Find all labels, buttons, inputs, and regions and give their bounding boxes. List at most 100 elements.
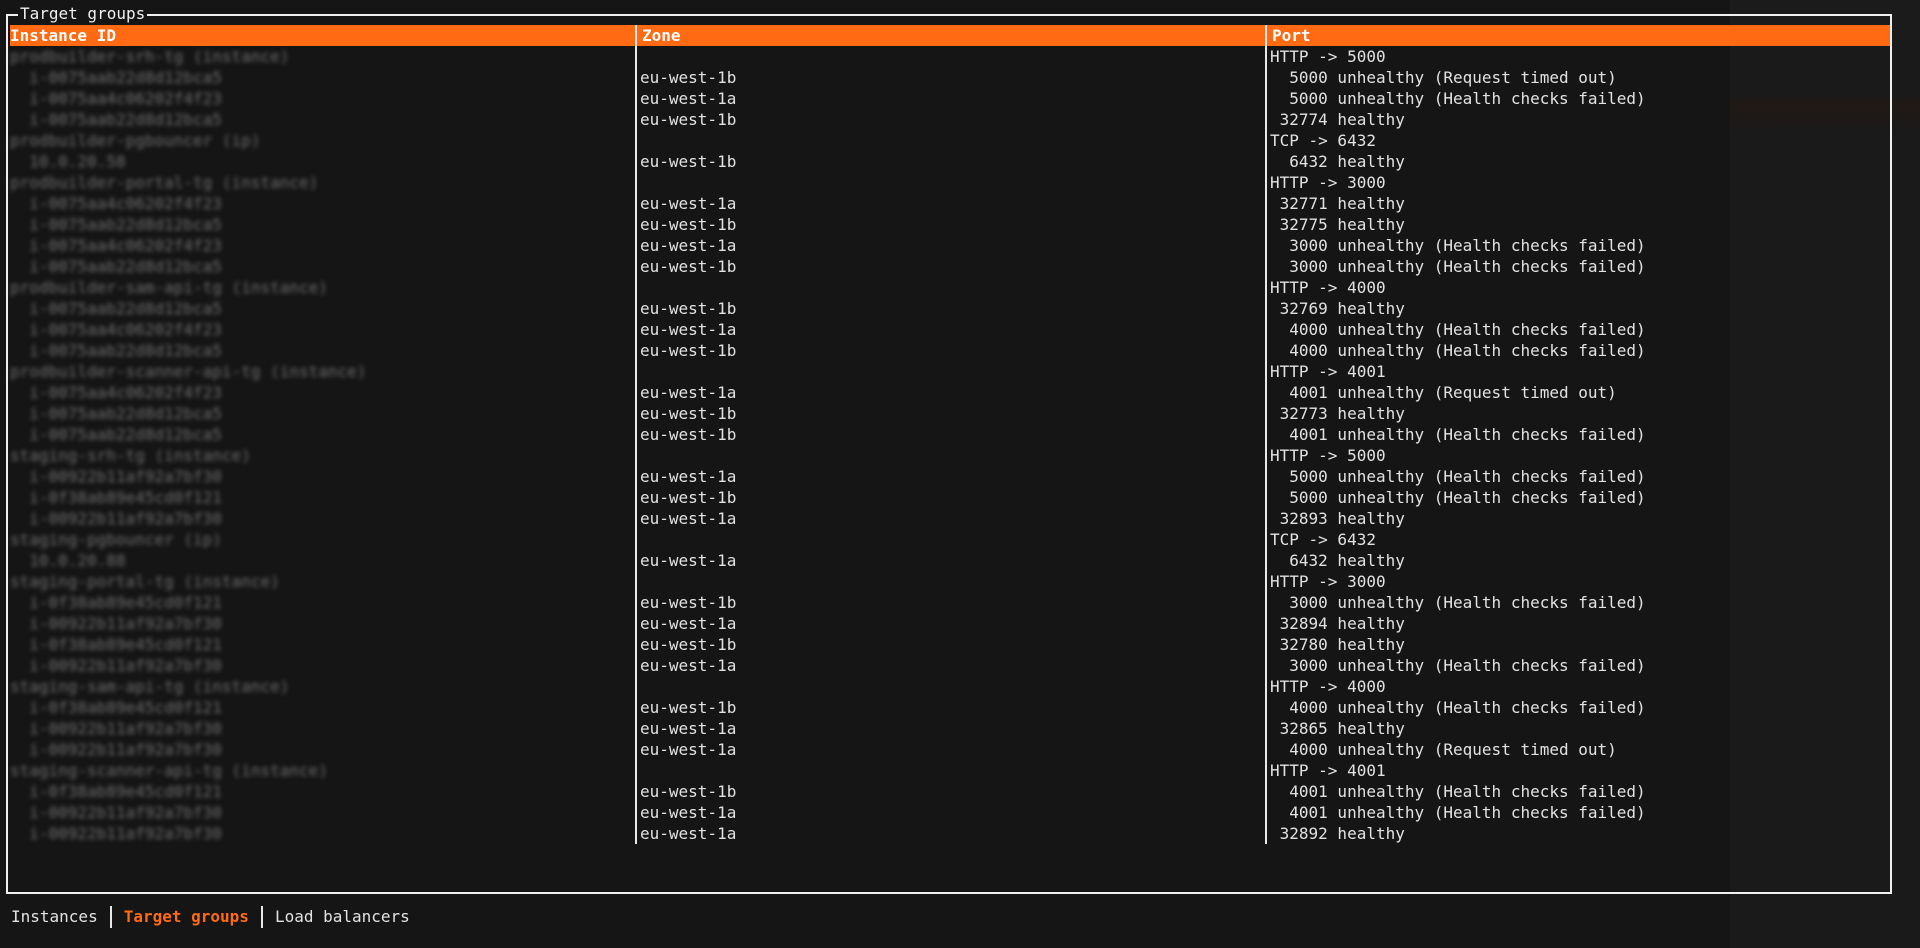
tab-load-balancers[interactable]: Load balancers	[275, 907, 410, 926]
port-cell: HTTP -> 4000	[1270, 677, 1386, 696]
table-row[interactable]: i-0f38ab89e45cd0f121 eu-west-1b 5000 unhe…	[0, 487, 1900, 508]
table-row[interactable]: staging-sam-api-tg (instance) HTTP -> 400…	[0, 676, 1900, 697]
zone-cell: eu-west-1a	[640, 467, 737, 486]
table-row[interactable]: i-0075aab22d8d12bca5 eu-west-1b 32775 hea…	[0, 214, 1900, 235]
instance-id-cell: i-00922b11af92a7bf30	[10, 740, 222, 759]
port-cell: 32865 healthy	[1270, 719, 1405, 738]
instance-id-cell: i-0075aa4c06202f4f23	[10, 383, 222, 402]
tab-instances[interactable]: Instances	[11, 907, 98, 926]
table-row[interactable]: i-0075aab22d8d12bca5 eu-west-1b 32769 hea…	[0, 298, 1900, 319]
port-cell: 3000 unhealthy (Health checks failed)	[1270, 656, 1646, 675]
table-row[interactable]: i-00922b11af92a7bf30 eu-west-1a 32892 hea…	[0, 823, 1900, 844]
instance-id-cell: i-0075aab22d8d12bca5	[10, 257, 222, 276]
instance-id-cell: i-00922b11af92a7bf30	[10, 824, 222, 843]
table-row[interactable]: prodbuilder-scanner-api-tg (instance) HTT…	[0, 361, 1900, 382]
instance-id-cell: staging-pgbouncer (ip)	[10, 530, 222, 549]
port-cell: HTTP -> 5000	[1270, 47, 1386, 66]
port-cell: 4001 unhealthy (Health checks failed)	[1270, 803, 1646, 822]
table-row[interactable]: staging-srh-tg (instance) HTTP -> 5000	[0, 445, 1900, 466]
table-row[interactable]: i-0075aab22d8d12bca5 eu-west-1b 32773 hea…	[0, 403, 1900, 424]
table-row[interactable]: i-0075aab22d8d12bca5 eu-west-1b 32774 hea…	[0, 109, 1900, 130]
port-cell: 4000 unhealthy (Health checks failed)	[1270, 698, 1646, 717]
port-cell: 4000 unhealthy (Health checks failed)	[1270, 341, 1646, 360]
port-cell: 4001 unhealthy (Health checks failed)	[1270, 425, 1646, 444]
instance-id-cell: staging-scanner-api-tg (instance)	[10, 761, 328, 780]
zone-cell: eu-west-1b	[640, 698, 737, 717]
instance-id-cell: i-0f38ab89e45cd0f121	[10, 698, 222, 717]
instance-id-cell: staging-portal-tg (instance)	[10, 572, 280, 591]
instance-id-cell: i-00922b11af92a7bf30	[10, 467, 222, 486]
zone-cell: eu-west-1b	[640, 152, 737, 171]
instance-id-cell: prodbuilder-scanner-api-tg (instance)	[10, 362, 367, 381]
port-cell: 5000 unhealthy (Health checks failed)	[1270, 467, 1646, 486]
instance-id-cell: i-0075aa4c06202f4f23	[10, 236, 222, 255]
zone-cell: eu-west-1b	[640, 215, 737, 234]
table-row[interactable]: prodbuilder-portal-tg (instance) HTTP -> …	[0, 172, 1900, 193]
table-row[interactable]: 10.0.20.58 eu-west-1b 6432 healthy	[0, 151, 1900, 172]
table-row[interactable]: staging-portal-tg (instance) HTTP -> 3000	[0, 571, 1900, 592]
port-cell: 5000 unhealthy (Health checks failed)	[1270, 488, 1646, 507]
table-row[interactable]: i-00922b11af92a7bf30 eu-west-1a 32865 hea…	[0, 718, 1900, 739]
port-cell: 5000 unhealthy (Request timed out)	[1270, 68, 1617, 87]
port-cell: HTTP -> 3000	[1270, 572, 1386, 591]
zone-cell: eu-west-1a	[640, 236, 737, 255]
port-cell: HTTP -> 4000	[1270, 278, 1386, 297]
instance-id-cell: staging-srh-tg (instance)	[10, 446, 251, 465]
instance-id-cell: i-0075aa4c06202f4f23	[10, 89, 222, 108]
table-row[interactable]: i-00922b11af92a7bf30 eu-west-1a 3000 unhe…	[0, 655, 1900, 676]
port-cell: 4001 unhealthy (Health checks failed)	[1270, 782, 1646, 801]
instance-id-cell: prodbuilder-sam-api-tg (instance)	[10, 278, 328, 297]
column-header-port[interactable]: Port	[1272, 25, 1311, 46]
instance-id-cell: i-0f38ab89e45cd0f121	[10, 782, 222, 801]
zone-cell: eu-west-1b	[640, 68, 737, 87]
table-row[interactable]: i-0075aab22d8d12bca5 eu-west-1b 4001 unhe…	[0, 424, 1900, 445]
column-header-instance-id[interactable]: Instance ID	[10, 25, 116, 46]
zone-cell: eu-west-1a	[640, 740, 737, 759]
zone-cell: eu-west-1b	[640, 782, 737, 801]
instance-id-cell: i-0075aab22d8d12bca5	[10, 68, 222, 87]
table-row[interactable]: i-00922b11af92a7bf30 eu-west-1a 4001 unhe…	[0, 802, 1900, 823]
table-row[interactable]: i-0075aa4c06202f4f23 eu-west-1a 4000 unhe…	[0, 319, 1900, 340]
port-cell: HTTP -> 3000	[1270, 173, 1386, 192]
table-row[interactable]: prodbuilder-pgbouncer (ip) TCP -> 6432	[0, 130, 1900, 151]
port-cell: 32774 healthy	[1270, 110, 1405, 129]
table-row[interactable]: i-0075aab22d8d12bca5 eu-west-1b 3000 unhe…	[0, 256, 1900, 277]
table-row[interactable]: staging-pgbouncer (ip) TCP -> 6432	[0, 529, 1900, 550]
table-row[interactable]: i-0075aab22d8d12bca5 eu-west-1b 4000 unhe…	[0, 340, 1900, 361]
table-row[interactable]: i-0075aab22d8d12bca5 eu-west-1b 5000 unhe…	[0, 67, 1900, 88]
port-cell: 4001 unhealthy (Request timed out)	[1270, 383, 1617, 402]
instance-id-cell: i-0f38ab89e45cd0f121	[10, 488, 222, 507]
table-row[interactable]: i-0f38ab89e45cd0f121 eu-west-1b 4001 unhe…	[0, 781, 1900, 802]
table-row[interactable]: i-0f38ab89e45cd0f121 eu-west-1b 32780 hea…	[0, 634, 1900, 655]
instance-id-cell: i-0075aab22d8d12bca5	[10, 299, 222, 318]
target-groups-table: prodbuilder-srh-tg (instance) HTTP -> 500…	[0, 46, 1900, 844]
table-row[interactable]: i-0075aa4c06202f4f23 eu-west-1a 3000 unhe…	[0, 235, 1900, 256]
zone-cell: eu-west-1b	[640, 635, 737, 654]
table-row[interactable]: i-0f38ab89e45cd0f121 eu-west-1b 4000 unhe…	[0, 697, 1900, 718]
table-row[interactable]: i-00922b11af92a7bf30 eu-west-1a 32893 hea…	[0, 508, 1900, 529]
tab-separator	[260, 906, 263, 928]
zone-cell: eu-west-1a	[640, 656, 737, 675]
instance-id-cell: prodbuilder-portal-tg (instance)	[10, 173, 319, 192]
zone-cell: eu-west-1b	[640, 593, 737, 612]
instance-id-cell: i-0075aab22d8d12bca5	[10, 425, 222, 444]
column-header-zone[interactable]: Zone	[642, 25, 681, 46]
zone-cell: eu-west-1b	[640, 341, 737, 360]
table-row[interactable]: i-0075aa4c06202f4f23 eu-west-1a 4001 unhe…	[0, 382, 1900, 403]
table-row[interactable]: i-00922b11af92a7bf30 eu-west-1a 4000 unhe…	[0, 739, 1900, 760]
zone-cell: eu-west-1b	[640, 110, 737, 129]
table-row[interactable]: prodbuilder-srh-tg (instance) HTTP -> 500…	[0, 46, 1900, 67]
table-row[interactable]: i-00922b11af92a7bf30 eu-west-1a 32894 hea…	[0, 613, 1900, 634]
instance-id-cell: i-0f38ab89e45cd0f121	[10, 593, 222, 612]
zone-cell: eu-west-1a	[640, 614, 737, 633]
table-row[interactable]: i-00922b11af92a7bf30 eu-west-1a 5000 unhe…	[0, 466, 1900, 487]
table-row[interactable]: i-0075aa4c06202f4f23 eu-west-1a 5000 unhe…	[0, 88, 1900, 109]
instance-id-cell: i-0075aab22d8d12bca5	[10, 341, 222, 360]
table-row[interactable]: prodbuilder-sam-api-tg (instance) HTTP ->…	[0, 277, 1900, 298]
table-row[interactable]: 10.0.20.88 eu-west-1a 6432 healthy	[0, 550, 1900, 571]
table-row[interactable]: i-0075aa4c06202f4f23 eu-west-1a 32771 hea…	[0, 193, 1900, 214]
instance-id-cell: prodbuilder-pgbouncer (ip)	[10, 131, 261, 150]
tab-target-groups[interactable]: Target groups	[124, 907, 249, 926]
table-row[interactable]: staging-scanner-api-tg (instance) HTTP ->…	[0, 760, 1900, 781]
table-row[interactable]: i-0f38ab89e45cd0f121 eu-west-1b 3000 unhe…	[0, 592, 1900, 613]
